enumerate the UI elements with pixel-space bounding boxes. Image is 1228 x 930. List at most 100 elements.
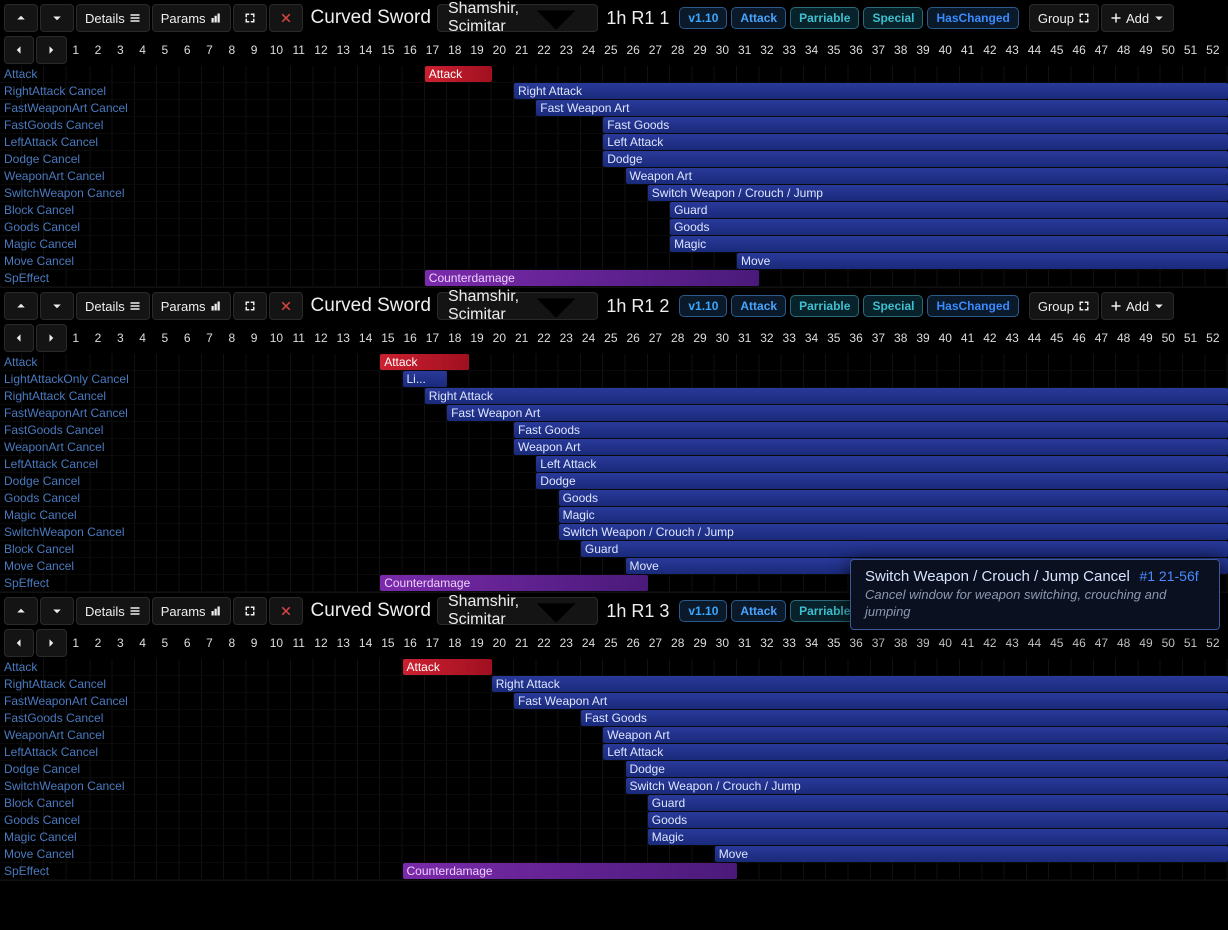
prev-frame-button[interactable] bbox=[4, 629, 34, 657]
timeline-bar[interactable]: Fast Weapon Art bbox=[447, 405, 1228, 421]
group-button[interactable]: Group bbox=[1029, 4, 1099, 32]
timeline-bar[interactable]: Magic bbox=[648, 829, 1228, 845]
tag-version[interactable]: v1.10 bbox=[679, 295, 727, 317]
panel-toolbar: Details Params Curved Sword Shamshir, Sc… bbox=[0, 0, 1228, 36]
prev-frame-button[interactable] bbox=[4, 36, 34, 64]
timeline-row: Move Cancel Move bbox=[0, 253, 1228, 270]
frame-number: 5 bbox=[154, 43, 176, 57]
move-up-button[interactable] bbox=[4, 292, 38, 320]
timeline-bar[interactable]: Fast Goods bbox=[603, 117, 1227, 133]
tag-version[interactable]: v1.10 bbox=[679, 600, 727, 622]
move-down-button[interactable] bbox=[40, 597, 74, 625]
row-label: FastWeaponArt Cancel bbox=[4, 406, 128, 420]
move-up-button[interactable] bbox=[4, 597, 38, 625]
bar-tooltip: Switch Weapon / Crouch / Jump Cancel #1 … bbox=[850, 559, 1220, 630]
timeline-bar[interactable]: Dodge bbox=[603, 151, 1227, 167]
move-down-button[interactable] bbox=[40, 4, 74, 32]
timeline-bar[interactable]: Counterdamage bbox=[425, 270, 760, 286]
timeline-bar[interactable]: Fast Goods bbox=[514, 422, 1228, 438]
timeline-bar[interactable]: Dodge bbox=[626, 761, 1228, 777]
timeline-bar[interactable]: Li... bbox=[403, 371, 448, 387]
timeline-bar[interactable]: Switch Weapon / Crouch / Jump bbox=[626, 778, 1228, 794]
frame-nav: 1234567891011121314151617181920212223242… bbox=[0, 629, 1228, 659]
timeline-bar[interactable]: Move bbox=[737, 253, 1228, 269]
timeline-bar[interactable]: Dodge bbox=[536, 473, 1227, 489]
timeline-bar[interactable]: Counterdamage bbox=[380, 575, 648, 591]
timeline-bar[interactable]: Weapon Art bbox=[603, 727, 1227, 743]
timeline-bar[interactable]: Fast Goods bbox=[581, 710, 1228, 726]
timeline-row: Dodge Cancel Dodge bbox=[0, 473, 1228, 490]
tag-attack[interactable]: Attack bbox=[731, 600, 786, 622]
close-button[interactable] bbox=[269, 292, 303, 320]
prev-frame-button[interactable] bbox=[4, 324, 34, 352]
params-button[interactable]: Params bbox=[152, 4, 231, 32]
timeline-bar[interactable]: Attack bbox=[380, 354, 469, 370]
add-button[interactable]: Add bbox=[1101, 292, 1174, 320]
tag-changed[interactable]: HasChanged bbox=[927, 295, 1018, 317]
timeline-bar[interactable]: Left Attack bbox=[603, 134, 1227, 150]
timeline-bar[interactable]: Magic bbox=[559, 507, 1228, 523]
timeline-bar[interactable]: Goods bbox=[559, 490, 1228, 506]
timeline-bar[interactable]: Guard bbox=[648, 795, 1228, 811]
frame-number: 41 bbox=[956, 331, 978, 345]
tag-changed[interactable]: HasChanged bbox=[927, 7, 1018, 29]
row-label: LeftAttack Cancel bbox=[4, 745, 98, 759]
timeline-bar[interactable]: Weapon Art bbox=[626, 168, 1228, 184]
close-button[interactable] bbox=[269, 4, 303, 32]
tag-version[interactable]: v1.10 bbox=[679, 7, 727, 29]
frame-number: 15 bbox=[377, 43, 399, 57]
timeline-bar[interactable]: Fast Weapon Art bbox=[536, 100, 1227, 116]
weapon-select[interactable]: Shamshir, Scimitar bbox=[437, 597, 598, 625]
tag-parriable[interactable]: Parriable bbox=[790, 7, 859, 29]
timeline-bar[interactable]: Switch Weapon / Crouch / Jump bbox=[648, 185, 1228, 201]
timeline-row: Attack Attack bbox=[0, 659, 1228, 676]
panel-toolbar: Details Params Curved Sword Shamshir, Sc… bbox=[0, 288, 1228, 324]
timeline-bar[interactable]: Attack bbox=[403, 659, 492, 675]
frame-number: 41 bbox=[956, 636, 978, 650]
timeline-bar[interactable]: Left Attack bbox=[603, 744, 1227, 760]
timeline-bar[interactable]: Switch Weapon / Crouch / Jump bbox=[559, 524, 1228, 540]
frame-number: 47 bbox=[1090, 331, 1112, 345]
add-button[interactable]: Add bbox=[1101, 4, 1174, 32]
timeline-row: Dodge Cancel Dodge bbox=[0, 151, 1228, 168]
details-button[interactable]: Details bbox=[76, 4, 150, 32]
tag-parriable[interactable]: Parriable bbox=[790, 295, 859, 317]
timeline-bar[interactable]: Weapon Art bbox=[514, 439, 1228, 455]
params-button[interactable]: Params bbox=[152, 597, 231, 625]
frame-number: 2 bbox=[87, 43, 109, 57]
timeline-bar[interactable]: Left Attack bbox=[536, 456, 1227, 472]
timeline-row: SpEffect Counterdamage bbox=[0, 270, 1228, 287]
timeline-bar[interactable]: Magic bbox=[670, 236, 1228, 252]
timeline-bar[interactable]: Right Attack bbox=[425, 388, 1228, 404]
timeline-bar[interactable]: Attack bbox=[425, 66, 492, 82]
collapse-button[interactable] bbox=[233, 292, 267, 320]
timeline-bar[interactable]: Goods bbox=[648, 812, 1228, 828]
tag-attack[interactable]: Attack bbox=[731, 7, 786, 29]
move-down-button[interactable] bbox=[40, 292, 74, 320]
collapse-button[interactable] bbox=[233, 4, 267, 32]
timeline-bar[interactable]: Guard bbox=[581, 541, 1228, 557]
weapon-select[interactable]: Shamshir, Scimitar bbox=[437, 4, 598, 32]
timeline-bar[interactable]: Guard bbox=[670, 202, 1228, 218]
tag-special[interactable]: Special bbox=[863, 7, 923, 29]
timeline-bar[interactable]: Move bbox=[715, 846, 1228, 862]
timeline-bar[interactable]: Right Attack bbox=[492, 676, 1228, 692]
collapse-button[interactable] bbox=[233, 597, 267, 625]
move-up-button[interactable] bbox=[4, 4, 38, 32]
params-button[interactable]: Params bbox=[152, 292, 231, 320]
weapon-select[interactable]: Shamshir, Scimitar bbox=[437, 292, 598, 320]
tag-special[interactable]: Special bbox=[863, 295, 923, 317]
timeline-bar[interactable]: Counterdamage bbox=[403, 863, 738, 879]
timeline-bar[interactable]: Goods bbox=[670, 219, 1228, 235]
timeline-bar[interactable]: Right Attack bbox=[514, 83, 1228, 99]
tag-attack[interactable]: Attack bbox=[731, 295, 786, 317]
group-button[interactable]: Group bbox=[1029, 292, 1099, 320]
tooltip-description: Cancel window for weapon switching, crou… bbox=[865, 587, 1205, 621]
details-button[interactable]: Details bbox=[76, 597, 150, 625]
details-button[interactable]: Details bbox=[76, 292, 150, 320]
row-label: SwitchWeapon Cancel bbox=[4, 779, 125, 793]
frame-number: 36 bbox=[845, 636, 867, 650]
timeline-bar[interactable]: Fast Weapon Art bbox=[514, 693, 1228, 709]
row-label: Move Cancel bbox=[4, 254, 74, 268]
close-button[interactable] bbox=[269, 597, 303, 625]
